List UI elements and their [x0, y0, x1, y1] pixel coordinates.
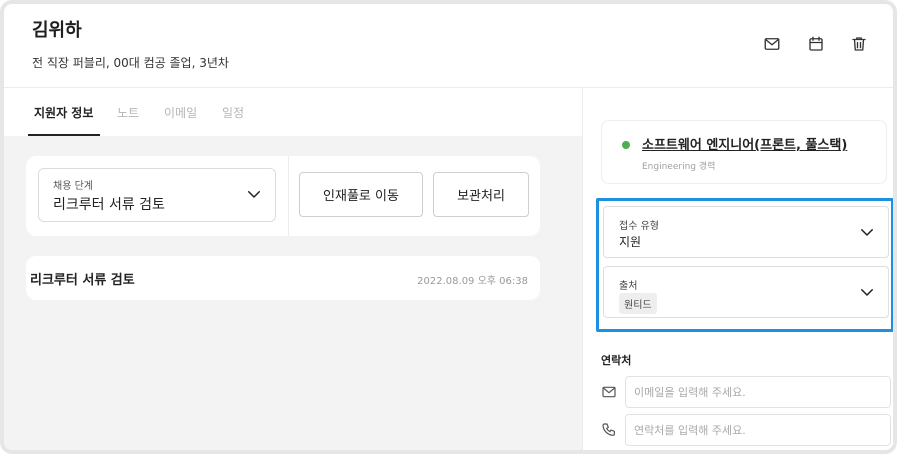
hiring-stage-label: 채용 단계: [53, 181, 93, 192]
tab-notes[interactable]: 노트: [117, 104, 139, 121]
job-posting-card[interactable]: 소프트웨어 엔지니어(프론트, 풀스택) Engineering 경력: [601, 120, 887, 184]
chevron-down-icon: [861, 289, 873, 296]
tab-candidate-info[interactable]: 지원자 정보: [34, 104, 93, 121]
job-status-dot: [622, 141, 630, 149]
job-subtitle: Engineering 경력: [642, 162, 716, 172]
active-tab-indicator: [28, 134, 100, 136]
source-label: 출처: [619, 281, 638, 292]
source-select[interactable]: 출처 원티드: [603, 266, 889, 318]
mail-icon[interactable]: [762, 34, 782, 54]
chevron-down-icon: [248, 191, 260, 198]
hiring-stage-value: 리크루터 서류 검토: [53, 197, 165, 213]
application-type-select[interactable]: 접수 유형 지원: [603, 206, 889, 258]
trash-icon[interactable]: [849, 34, 869, 54]
phone-icon: [602, 423, 615, 436]
hiring-stage-select[interactable]: 채용 단계 리크루터 서류 검토: [38, 168, 276, 222]
candidate-header: 김위하 전 직장 퍼블리, 00대 컴공 졸업, 3년차: [4, 4, 893, 88]
tab-schedule[interactable]: 일정: [222, 104, 244, 121]
candidate-detail-panel: 김위하 전 직장 퍼블리, 00대 컴공 졸업, 3년차 지원자 정보 노트 이…: [0, 0, 897, 454]
candidate-subtitle: 전 직장 퍼블리, 00대 컴공 졸업, 3년차: [32, 56, 229, 70]
archive-button[interactable]: 보관처리: [433, 172, 529, 217]
tab-email[interactable]: 이메일: [164, 104, 197, 121]
candidate-main-pane: 지원자 정보 노트 이메일 일정 채용 단계 리크루터 서류 검토 인재풀로 이…: [4, 88, 582, 450]
job-title[interactable]: 소프트웨어 엔지니어(프론트, 풀스택): [642, 134, 847, 153]
candidate-side-pane: 소프트웨어 엔지니어(프론트, 풀스택) Engineering 경력 접수 유…: [582, 88, 893, 450]
candidate-tabs: 지원자 정보 노트 이메일 일정: [4, 88, 582, 136]
application-type-value: 지원: [619, 235, 642, 249]
stage-history-card: 리크루터 서류 검토 2022.08.09 오후 06:38: [26, 256, 540, 300]
application-type-label: 접수 유형: [619, 221, 659, 232]
calendar-icon[interactable]: [806, 34, 826, 54]
history-timestamp: 2022.08.09 오후 06:38: [417, 276, 528, 287]
history-title: 리크루터 서류 검토: [30, 273, 135, 288]
mail-icon: [602, 386, 616, 398]
phone-input[interactable]: [625, 414, 891, 446]
source-chip: 원티드: [619, 293, 657, 314]
card-divider: [288, 156, 289, 236]
email-input[interactable]: [625, 376, 891, 408]
candidate-name: 김위하: [32, 20, 82, 41]
move-to-talent-pool-button[interactable]: 인재풀로 이동: [299, 172, 423, 217]
hiring-stage-card: 채용 단계 리크루터 서류 검토 인재풀로 이동 보관처리: [26, 156, 540, 236]
contact-section-title: 연락처: [601, 354, 632, 367]
chevron-down-icon: [861, 229, 873, 236]
